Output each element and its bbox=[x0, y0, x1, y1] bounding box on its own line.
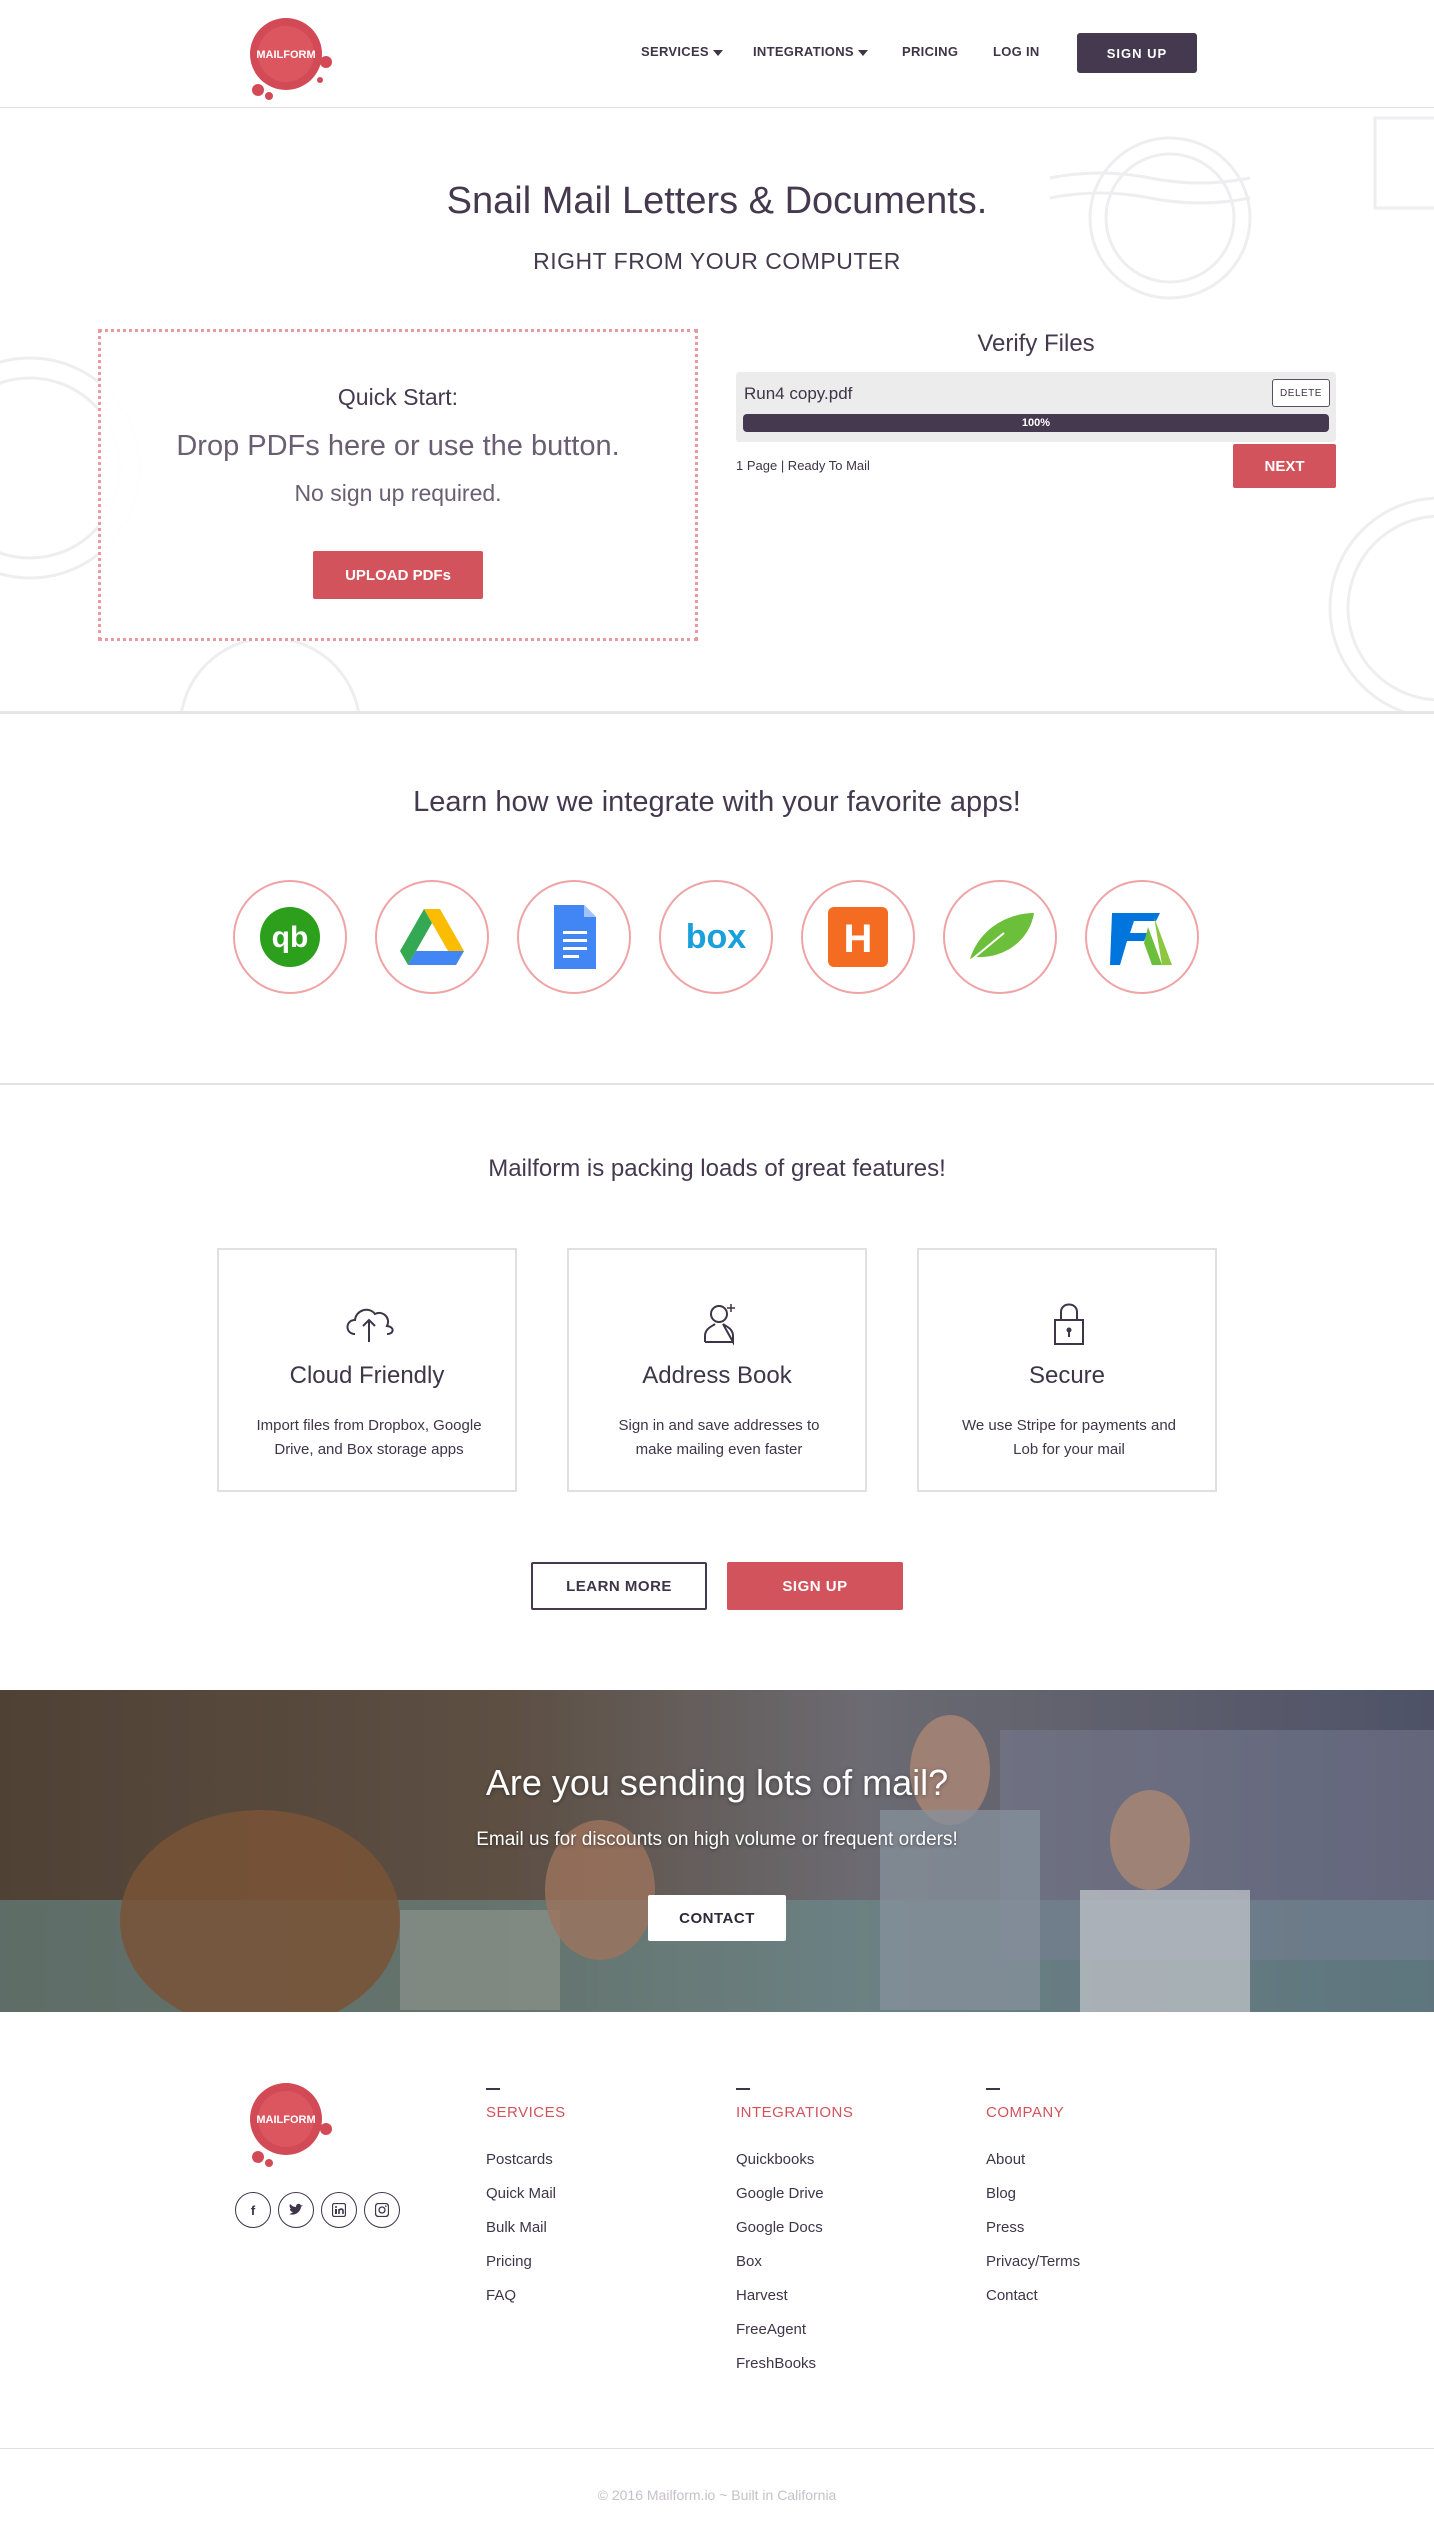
svg-text:qb: qb bbox=[272, 921, 309, 954]
linkedin-icon[interactable] bbox=[321, 2192, 357, 2228]
box-icon[interactable]: box bbox=[656, 877, 776, 997]
footer-link[interactable]: Quickbooks bbox=[736, 2143, 956, 2177]
footer-link[interactable]: Google Docs bbox=[736, 2211, 956, 2245]
footer-link[interactable]: Contact bbox=[986, 2279, 1206, 2313]
nav-services-label: SERVICES bbox=[641, 44, 709, 59]
feature-title: Cloud Friendly bbox=[289, 1362, 445, 1389]
lock-icon bbox=[1054, 1303, 1084, 1345]
footer-link[interactable]: Blog bbox=[986, 2177, 1206, 2211]
footer-column-heading: INTEGRATIONS bbox=[736, 2104, 854, 2121]
column-divider bbox=[986, 2088, 1000, 2090]
nav-services[interactable]: SERVICES bbox=[641, 44, 723, 59]
feature-description: We use Stripe for payments and Lob for y… bbox=[962, 1417, 1176, 1458]
integrations-title: Learn how we integrate with your favorit… bbox=[413, 786, 1021, 818]
column-divider bbox=[736, 2088, 750, 2090]
hero-subtitle: RIGHT FROM YOUR COMPUTER bbox=[533, 248, 901, 274]
freshbooks-icon[interactable] bbox=[1082, 877, 1202, 997]
banner-subtitle: Email us for discounts on high volume or… bbox=[476, 1829, 958, 1850]
feature-title: Address Book bbox=[642, 1362, 792, 1389]
feature-card-secure: Secure We use Stripe for payments and Lo… bbox=[917, 1248, 1217, 1492]
hero-title: Snail Mail Letters & Documents. bbox=[446, 180, 988, 222]
dropzone-instruction: Drop PDFs here or use the button. bbox=[176, 430, 620, 462]
footer-link[interactable]: FreshBooks bbox=[736, 2347, 956, 2381]
footer-link[interactable]: About bbox=[986, 2143, 1206, 2177]
instagram-icon[interactable] bbox=[364, 2192, 400, 2228]
footer-column-company: COMPANY About Blog Press Privacy/Terms C… bbox=[986, 2088, 1206, 2313]
upload-progress-bar: 100% bbox=[743, 414, 1329, 432]
feature-card-address-book: Address Book Sign in and save addresses … bbox=[567, 1248, 867, 1492]
facebook-icon[interactable]: f bbox=[235, 2192, 271, 2228]
footer-divider bbox=[0, 2448, 1434, 2449]
hero-section: Snail Mail Letters & Documents. RIGHT FR… bbox=[0, 108, 1434, 714]
footer-link[interactable]: FAQ bbox=[486, 2279, 706, 2313]
upload-pdfs-button[interactable]: UPLOAD PDFs bbox=[313, 551, 483, 599]
signup-button[interactable]: SIGN UP bbox=[1077, 33, 1197, 73]
footer-link[interactable]: Press bbox=[986, 2211, 1206, 2245]
feature-description: Import files from Dropbox, Google Drive,… bbox=[256, 1417, 482, 1458]
features-title: Mailform is packing loads of great featu… bbox=[488, 1155, 946, 1182]
nav-integrations-label: INTEGRATIONS bbox=[753, 44, 854, 59]
mailform-logo[interactable]: MAILFORM bbox=[236, 12, 346, 102]
svg-text:H: H bbox=[844, 917, 873, 961]
footer-link[interactable]: Postcards bbox=[486, 2143, 706, 2177]
cloud-upload-icon bbox=[346, 1308, 394, 1342]
site-header: MAILFORM SERVICES INTEGRATIONS PRICING L… bbox=[0, 0, 1434, 108]
twitter-icon[interactable] bbox=[278, 2192, 314, 2228]
quickbooks-icon[interactable]: qb bbox=[230, 877, 350, 997]
file-name: Run4 copy.pdf bbox=[744, 384, 853, 403]
freeagent-icon[interactable] bbox=[940, 877, 1060, 997]
banner-background-image bbox=[0, 1690, 1434, 2012]
footer-link[interactable]: FreeAgent bbox=[736, 2313, 956, 2347]
file-item: Run4 copy.pdf DELETE 100% bbox=[736, 372, 1336, 442]
harvest-icon[interactable]: H bbox=[798, 877, 918, 997]
nav-pricing[interactable]: PRICING bbox=[902, 44, 958, 59]
footer-link[interactable]: Bulk Mail bbox=[486, 2211, 706, 2245]
feature-description: Sign in and save addresses to make maili… bbox=[618, 1417, 820, 1458]
footer-link[interactable]: Harvest bbox=[736, 2279, 956, 2313]
next-button[interactable]: NEXT bbox=[1233, 444, 1336, 488]
signup-button[interactable]: SIGN UP bbox=[727, 1562, 903, 1610]
banner-title: Are you sending lots of mail? bbox=[485, 1762, 949, 1803]
integrations-section: Learn how we integrate with your favorit… bbox=[0, 714, 1434, 1085]
logo-text: MAILFORM bbox=[256, 2114, 315, 2126]
footer-column-heading: COMPANY bbox=[986, 2104, 1065, 2121]
chevron-down-icon bbox=[712, 49, 723, 56]
google-docs-icon[interactable] bbox=[514, 877, 634, 997]
nav-integrations[interactable]: INTEGRATIONS bbox=[753, 44, 868, 59]
feature-card-cloud: Cloud Friendly Import files from Dropbox… bbox=[217, 1248, 517, 1492]
chevron-down-icon bbox=[857, 49, 868, 56]
file-status: 1 Page | Ready To Mail bbox=[736, 458, 870, 473]
google-drive-icon[interactable] bbox=[372, 877, 492, 997]
pdf-dropzone[interactable]: Quick Start: Drop PDFs here or use the b… bbox=[98, 329, 698, 641]
footer-link[interactable]: Pricing bbox=[486, 2245, 706, 2279]
copyright-text: © 2016 Mailform.io ~ Built in California bbox=[597, 2487, 837, 2503]
learn-more-button[interactable]: LEARN MORE bbox=[531, 1562, 707, 1610]
footer-column-integrations: INTEGRATIONS Quickbooks Google Drive Goo… bbox=[736, 2088, 956, 2381]
footer-column-services: SERVICES Postcards Quick Mail Bulk Mail … bbox=[486, 2088, 706, 2313]
footer-link[interactable]: Google Drive bbox=[736, 2177, 956, 2211]
svg-text:f: f bbox=[251, 2203, 256, 2217]
logo-text: MAILFORM bbox=[256, 49, 315, 61]
quick-start-heading: Quick Start: bbox=[337, 384, 459, 410]
footer-column-heading: SERVICES bbox=[486, 2104, 566, 2121]
footer-link[interactable]: Privacy/Terms bbox=[986, 2245, 1206, 2279]
feature-title: Secure bbox=[1028, 1362, 1106, 1389]
add-user-icon bbox=[704, 1304, 735, 1346]
dropzone-note: No sign up required. bbox=[294, 480, 502, 506]
nav-login[interactable]: LOG IN bbox=[993, 44, 1040, 59]
bulk-mail-banner: Are you sending lots of mail? Email us f… bbox=[0, 1690, 1434, 2012]
footer-link[interactable]: Box bbox=[736, 2245, 956, 2279]
svg-text:box: box bbox=[686, 918, 747, 956]
column-divider bbox=[486, 2088, 500, 2090]
contact-button[interactable]: CONTACT bbox=[648, 1895, 786, 1941]
footer-link[interactable]: Quick Mail bbox=[486, 2177, 706, 2211]
delete-file-button[interactable]: DELETE bbox=[1272, 379, 1330, 407]
verify-files-title: Verify Files bbox=[977, 330, 1095, 357]
footer-mailform-logo[interactable]: MAILFORM bbox=[236, 2077, 346, 2169]
